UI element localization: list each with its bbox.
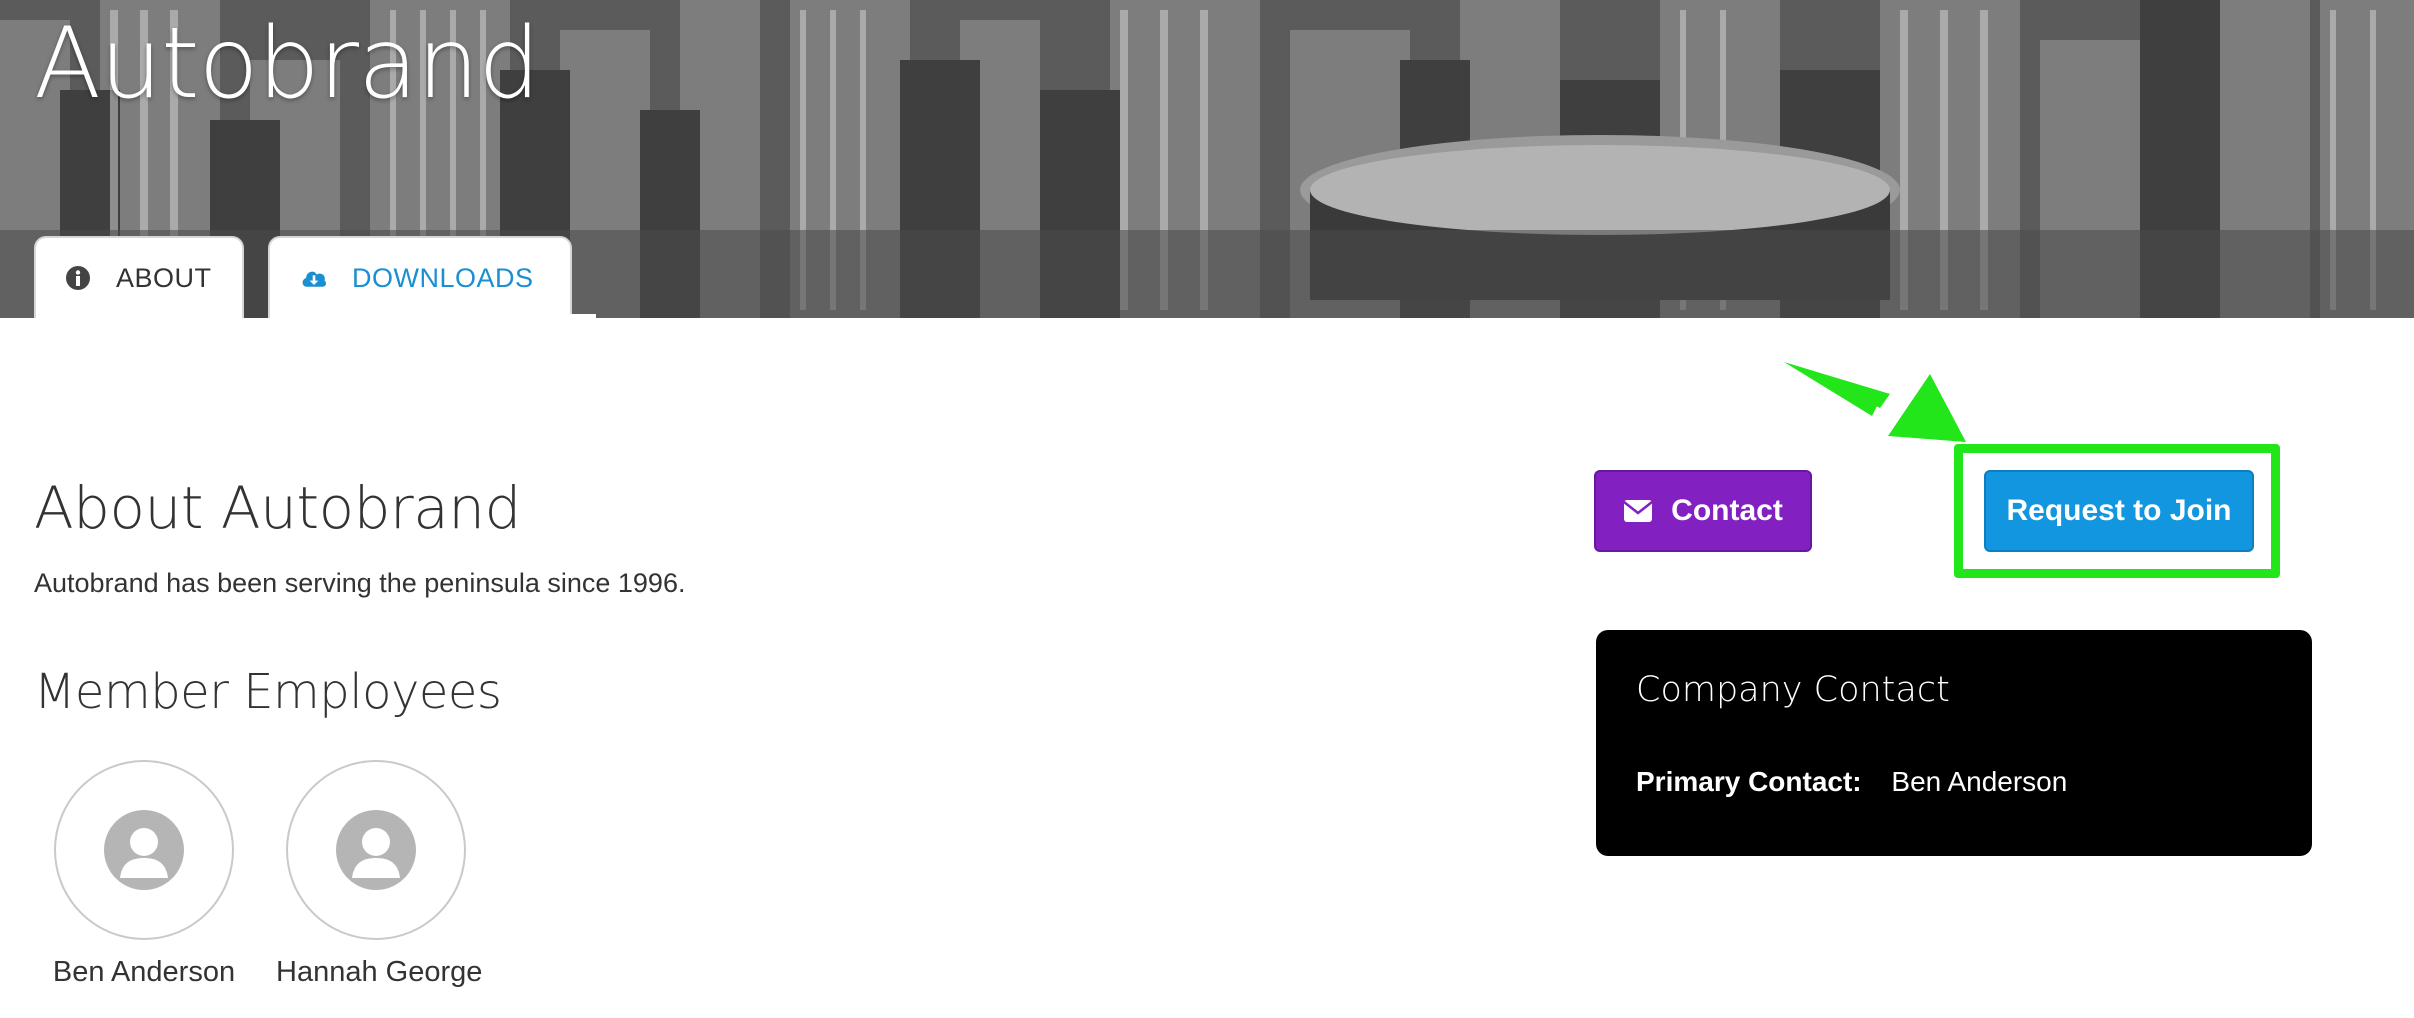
hero-banner: Autobrand ABOUT DOWNLOADS <box>0 0 2414 318</box>
member-name[interactable]: Ben Anderson <box>44 956 244 989</box>
user-silhouette-icon <box>336 810 416 890</box>
primary-contact-value: Ben Anderson <box>1891 766 2068 797</box>
about-heading: About Autobrand <box>34 474 521 542</box>
avatar[interactable] <box>286 760 466 940</box>
green-arrow-annotation <box>1784 362 1966 442</box>
avatar[interactable] <box>54 760 234 940</box>
info-icon <box>64 264 92 292</box>
member-card[interactable]: Hannah George <box>276 760 482 989</box>
tab-bar: ABOUT DOWNLOADS <box>34 236 572 318</box>
request-to-join-button[interactable]: Request to Join <box>1984 470 2254 552</box>
tab-downloads-label: DOWNLOADS <box>352 262 534 293</box>
user-silhouette-icon <box>104 810 184 890</box>
company-contact-card: Company Contact Primary Contact: Ben And… <box>1596 630 2312 856</box>
tab-about[interactable]: ABOUT <box>34 236 244 318</box>
members-heading: Member Employees <box>34 664 502 720</box>
cloud-download-icon <box>300 264 328 292</box>
about-description: Autobrand has been serving the peninsula… <box>34 568 686 598</box>
contact-button-label: Contact <box>1671 494 1783 527</box>
company-contact-title: Company Contact <box>1636 670 1950 710</box>
tab-about-label: ABOUT <box>116 262 212 293</box>
tab-downloads[interactable]: DOWNLOADS <box>268 236 572 318</box>
primary-contact-row: Primary Contact: Ben Anderson <box>1636 766 2067 798</box>
primary-contact-label: Primary Contact: <box>1636 766 1862 797</box>
tab-divider <box>570 314 596 318</box>
contact-button[interactable]: Contact <box>1594 470 1812 552</box>
company-title: Autobrand <box>34 7 540 121</box>
member-name[interactable]: Hannah George <box>276 956 482 989</box>
member-card[interactable]: Ben Anderson <box>44 760 244 989</box>
envelope-icon <box>1623 499 1653 523</box>
